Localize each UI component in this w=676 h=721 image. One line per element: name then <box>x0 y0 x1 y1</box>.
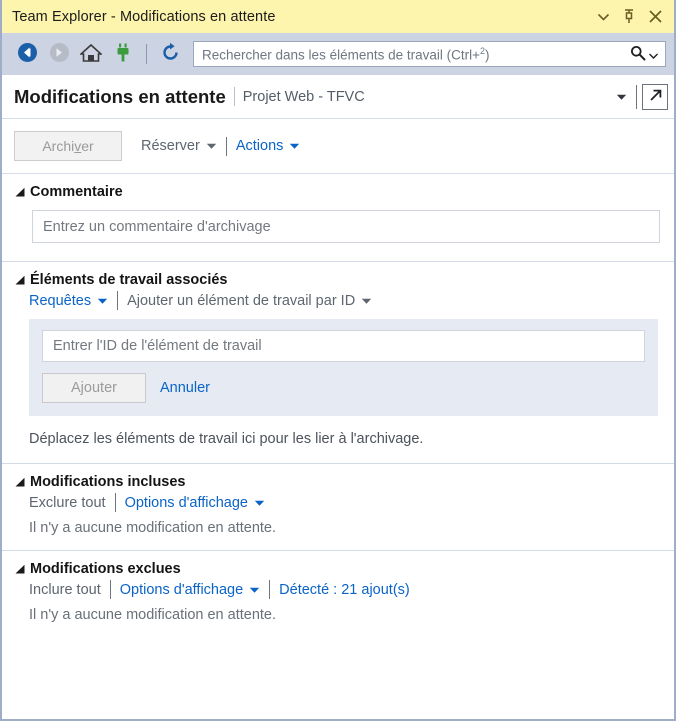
section-excluded-changes-body: Il n'y a aucune modification en attente. <box>2 599 674 637</box>
close-icon <box>648 10 662 23</box>
check-in-button: Archiver <box>14 131 122 161</box>
excluded-links-separator-2 <box>269 580 271 599</box>
excluded-view-options-label: Options d'affichage <box>119 581 244 598</box>
team-explorer-window: Team Explorer - Modifications en attente <box>0 0 676 721</box>
action-bar: Archiver Réserver Actions <box>2 119 674 174</box>
back-button[interactable] <box>12 39 42 69</box>
pin-icon <box>623 9 635 24</box>
comment-input-placeholder: Entrez un commentaire d'archivage <box>43 218 271 235</box>
title-bar: Team Explorer - Modifications en attente <box>2 0 674 33</box>
section-included-changes-header[interactable]: Modifications incluses <box>2 474 674 490</box>
excluded-links-separator-1 <box>109 580 111 599</box>
section-comment-header[interactable]: Commentaire <box>2 184 674 200</box>
open-in-new-window-button[interactable] <box>642 83 668 110</box>
cancel-add-work-item-link[interactable]: Annuler <box>160 380 210 396</box>
add-work-item-panel: Entrer l'ID de l'élément de travail Ajou… <box>29 319 658 416</box>
work-items-drag-hint: Déplacez les éléments de travail ici pou… <box>2 416 674 463</box>
section-included-changes-title: Modifications incluses <box>30 474 186 490</box>
section-comment-title: Commentaire <box>30 184 123 200</box>
forward-button <box>44 39 74 69</box>
shelve-button[interactable]: Réserver <box>141 138 217 154</box>
work-items-drag-hint-text: Déplacez les éléments de travail ici pou… <box>29 431 424 447</box>
navigation-toolbar: Rechercher dans les éléments de travail … <box>2 33 674 75</box>
chevron-down-icon <box>97 293 108 309</box>
add-work-item-buttons: Ajouter Annuler <box>42 373 645 403</box>
exclude-all-link[interactable]: Exclure tout <box>29 495 106 511</box>
search-input[interactable]: Rechercher dans les éléments de travail … <box>193 41 666 67</box>
add-work-item-by-id-button[interactable]: Ajouter un élément de travail par ID <box>127 293 372 309</box>
expander-collapse-icon[interactable] <box>12 185 28 199</box>
header-separator <box>636 84 637 109</box>
chevron-down-icon <box>249 582 260 598</box>
chevron-down-icon <box>616 89 627 104</box>
expander-collapse-icon[interactable] <box>12 562 28 576</box>
add-work-item-button: Ajouter <box>42 373 146 403</box>
included-view-options-button[interactable]: Options d'affichage <box>125 495 265 511</box>
open-in-new-window-icon <box>647 87 664 107</box>
excluded-empty-text: Il n'y a aucune modification en attente. <box>29 607 277 623</box>
included-view-options-label: Options d'affichage <box>124 494 248 511</box>
work-items-links: Requêtes Ajouter un élément de travail p… <box>2 288 674 310</box>
plug-icon <box>114 43 132 66</box>
work-item-id-input[interactable]: Entrer l'ID de l'élément de travail <box>42 330 645 362</box>
title-separator <box>233 87 235 106</box>
window-title: Team Explorer - Modifications en attente <box>12 8 276 25</box>
search-placeholder: Rechercher dans les éléments de travail … <box>202 45 490 63</box>
shelve-label: Réserver <box>141 138 200 154</box>
queries-label: Requêtes <box>29 292 92 309</box>
included-changes-links: Exclure tout Options d'affichage <box>2 490 674 512</box>
chevron-down-icon <box>289 138 300 154</box>
search-dropdown-chevron-down-icon[interactable] <box>649 47 658 62</box>
action-separator <box>225 136 227 156</box>
work-item-id-placeholder: Entrer l'ID de l'élément de travail <box>53 338 262 354</box>
expander-collapse-icon[interactable] <box>12 273 28 287</box>
detected-changes-link[interactable]: Détecté : 21 ajout(s) <box>279 582 410 598</box>
home-button[interactable] <box>76 39 106 69</box>
add-work-item-by-id-label: Ajouter un élément de travail par ID <box>127 292 356 309</box>
section-work-items-header[interactable]: Éléments de travail associés <box>2 272 674 288</box>
check-in-label: Archiver <box>42 138 94 154</box>
section-excluded-changes-header[interactable]: Modifications exclues <box>2 561 674 577</box>
chevron-down-icon <box>206 138 217 154</box>
excluded-view-options-button[interactable]: Options d'affichage <box>120 582 260 598</box>
actions-label: Actions <box>235 138 284 154</box>
toolbar-separator <box>146 44 147 64</box>
section-work-items: Éléments de travail associés Requêtes Aj… <box>2 262 674 464</box>
section-comment-body: Entrez un commentaire d'archivage <box>2 200 674 261</box>
page-subtitle: Projet Web - TFVC <box>242 88 365 105</box>
actions-menu-button[interactable]: Actions <box>236 138 301 154</box>
page-title: Modifications en attente <box>14 85 226 107</box>
pin-button[interactable] <box>616 4 642 30</box>
comment-input[interactable]: Entrez un commentaire d'archivage <box>32 210 660 243</box>
page-header: Modifications en attente Projet Web - TF… <box>2 75 674 119</box>
page-menu-button[interactable] <box>608 84 634 110</box>
section-excluded-changes-title: Modifications exclues <box>30 561 181 577</box>
home-icon <box>78 43 104 66</box>
included-links-separator <box>114 493 116 512</box>
window-menu-button[interactable] <box>590 4 616 30</box>
queries-menu-button[interactable]: Requêtes <box>29 293 108 309</box>
work-items-links-separator <box>117 291 119 310</box>
refresh-button[interactable] <box>155 39 185 69</box>
refresh-icon <box>160 42 181 66</box>
chevron-down-icon <box>597 13 609 21</box>
section-work-items-title: Éléments de travail associés <box>30 272 228 288</box>
section-included-changes-body: Il n'y a aucune modification en attente. <box>2 512 674 550</box>
search-icon <box>630 45 646 64</box>
include-all-link[interactable]: Inclure tout <box>29 582 101 598</box>
chevron-down-icon <box>254 495 265 511</box>
close-button[interactable] <box>642 4 668 30</box>
chevron-down-icon <box>361 293 372 309</box>
back-arrow-icon <box>17 42 38 66</box>
excluded-changes-links: Inclure tout Options d'affichage Détecté… <box>2 577 674 599</box>
section-comment: Commentaire Entrez un commentaire d'arch… <box>2 174 674 262</box>
expander-collapse-icon[interactable] <box>12 475 28 489</box>
section-included-changes: Modifications incluses Exclure tout Opti… <box>2 464 674 551</box>
included-empty-text: Il n'y a aucune modification en attente. <box>29 520 277 536</box>
section-excluded-changes: Modifications exclues Inclure tout Optio… <box>2 551 674 637</box>
forward-arrow-icon <box>49 42 70 66</box>
connect-button[interactable] <box>108 39 138 69</box>
search-submit[interactable] <box>630 45 661 64</box>
